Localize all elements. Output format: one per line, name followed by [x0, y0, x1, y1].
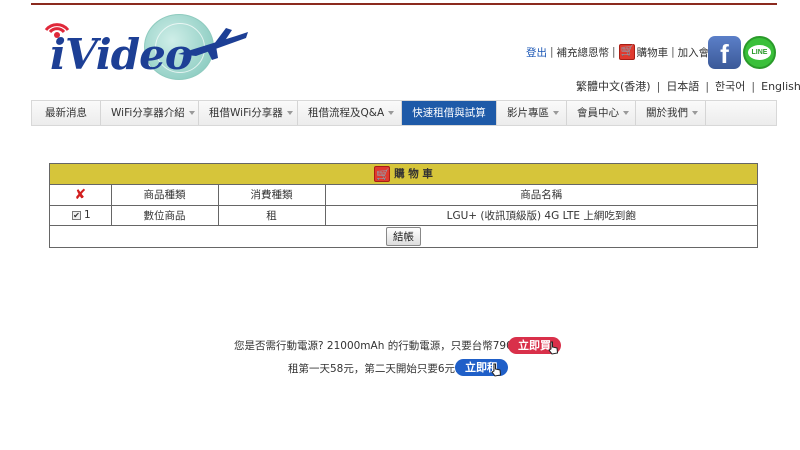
nav-item-wifi-intro[interactable]: WiFi分享器介紹	[101, 101, 199, 125]
nav-label: WiFi分享器介紹	[111, 107, 185, 119]
nav-item-rent-wifi[interactable]: 租借WiFi分享器	[199, 101, 298, 125]
language-switcher: 繁體中文(香港) | 日本語 | 한국어 | English	[576, 78, 800, 94]
row-checkbox[interactable]: ✔	[72, 210, 81, 220]
shopping-cart-icon[interactable]	[618, 44, 635, 60]
product-category: 數位商品	[110, 204, 219, 226]
logout-link[interactable]: 登出	[526, 45, 547, 60]
shopping-cart-icon	[374, 164, 391, 185]
separator: |	[612, 46, 616, 58]
nav-label: 影片專區	[507, 107, 549, 119]
cart-panel: 購 物 車 ✘ 商品種類 消費種類 商品名稱 ✔1 數位商品 租 LGU+ (收…	[49, 163, 758, 248]
nav-item-news[interactable]: 最新消息	[32, 101, 101, 125]
nav-label: 關於我們	[646, 107, 688, 119]
column-header: 商品種類	[110, 185, 219, 206]
row-index: 1	[84, 209, 91, 221]
facebook-icon[interactable]: f	[708, 36, 741, 69]
delete-column-header: ✘	[50, 185, 112, 206]
chevron-down-icon	[286, 111, 293, 115]
pointer-hand-icon	[491, 363, 502, 377]
logo-wordmark: iVideo	[50, 30, 193, 79]
top-divider	[31, 3, 777, 5]
separator: |	[751, 80, 756, 93]
cart-table: ✘ 商品種類 消費種類 商品名稱 ✔ 1 數位商品 租 LGU+ (收訊頂級版) …	[50, 185, 757, 247]
checkout-cell: 結帳	[50, 224, 757, 247]
line-icon-label: LINE	[748, 45, 771, 60]
ivideo-logo[interactable]: iVideo	[36, 12, 251, 84]
consumption-type: 租	[217, 204, 326, 226]
product-name: LGU+ (收訊頂級版) 4G LTE 上網吃到飽	[324, 204, 757, 226]
nav-label: 最新消息	[45, 107, 87, 119]
nav-item-about[interactable]: 關於我們	[636, 101, 706, 125]
separator: |	[671, 46, 675, 58]
column-header: 商品名稱	[324, 185, 757, 206]
checkout-row: 結帳	[50, 224, 757, 247]
nav-item-videos[interactable]: 影片專區	[497, 101, 567, 125]
powerbank-promo-text: 您是否需行動電源? 21000mAh 的行動電源，只要台幣790，	[234, 340, 524, 352]
table-row: ✔ 1 數位商品 租 LGU+ (收訊頂級版) 4G LTE 上網吃到飽	[50, 204, 757, 226]
delete-x-icon[interactable]: ✘	[74, 187, 86, 203]
row-select-cell: ✔ 1	[50, 204, 112, 226]
chevron-down-icon	[553, 111, 559, 115]
separator: |	[656, 80, 661, 93]
chevron-down-icon	[623, 111, 629, 115]
cart-title: 購 物 車	[394, 168, 433, 180]
nav-item-rental-qa[interactable]: 租借流程及Q&A	[298, 101, 402, 125]
nav-label: 租借流程及Q&A	[308, 107, 385, 119]
nav-label: 租借WiFi分享器	[209, 107, 283, 119]
chevron-down-icon	[388, 111, 395, 115]
separator: |	[550, 46, 554, 58]
checkout-button[interactable]: 結帳	[386, 226, 421, 246]
cart-header: 購 物 車	[50, 164, 757, 185]
column-header: 消費種類	[217, 185, 326, 206]
lang-zh-hk[interactable]: 繁體中文(香港)	[576, 80, 651, 93]
nav-label: 會員中心	[577, 107, 619, 119]
separator: |	[705, 80, 710, 93]
pointer-hand-icon	[548, 341, 559, 355]
nav-item-quick-rent[interactable]: 快速租借與試算	[402, 101, 497, 125]
table-header-row: ✘ 商品種類 消費種類 商品名稱	[50, 185, 757, 206]
account-links: 登出 | 補充總恩幣 | 購物車 | 加入會員	[526, 44, 720, 60]
lang-ko[interactable]: 한국어	[715, 80, 745, 93]
nav-item-member[interactable]: 會員中心	[567, 101, 636, 125]
chevron-down-icon	[188, 111, 195, 115]
line-app-icon[interactable]: LINE	[743, 36, 776, 69]
rent-promo-text: 租第一天58元，第二天開始只要6元.	[288, 363, 459, 375]
lang-ja[interactable]: 日本語	[666, 80, 699, 93]
chevron-down-icon	[692, 111, 698, 115]
add-thanks-coin-link[interactable]: 補充總恩幣	[557, 45, 610, 60]
cart-link[interactable]: 購物車	[637, 45, 669, 60]
nav-label: 快速租借與試算	[412, 107, 486, 119]
main-nav: 最新消息 WiFi分享器介紹 租借WiFi分享器 租借流程及Q&A 快速租借與試…	[31, 100, 777, 126]
lang-en[interactable]: English	[761, 80, 800, 93]
